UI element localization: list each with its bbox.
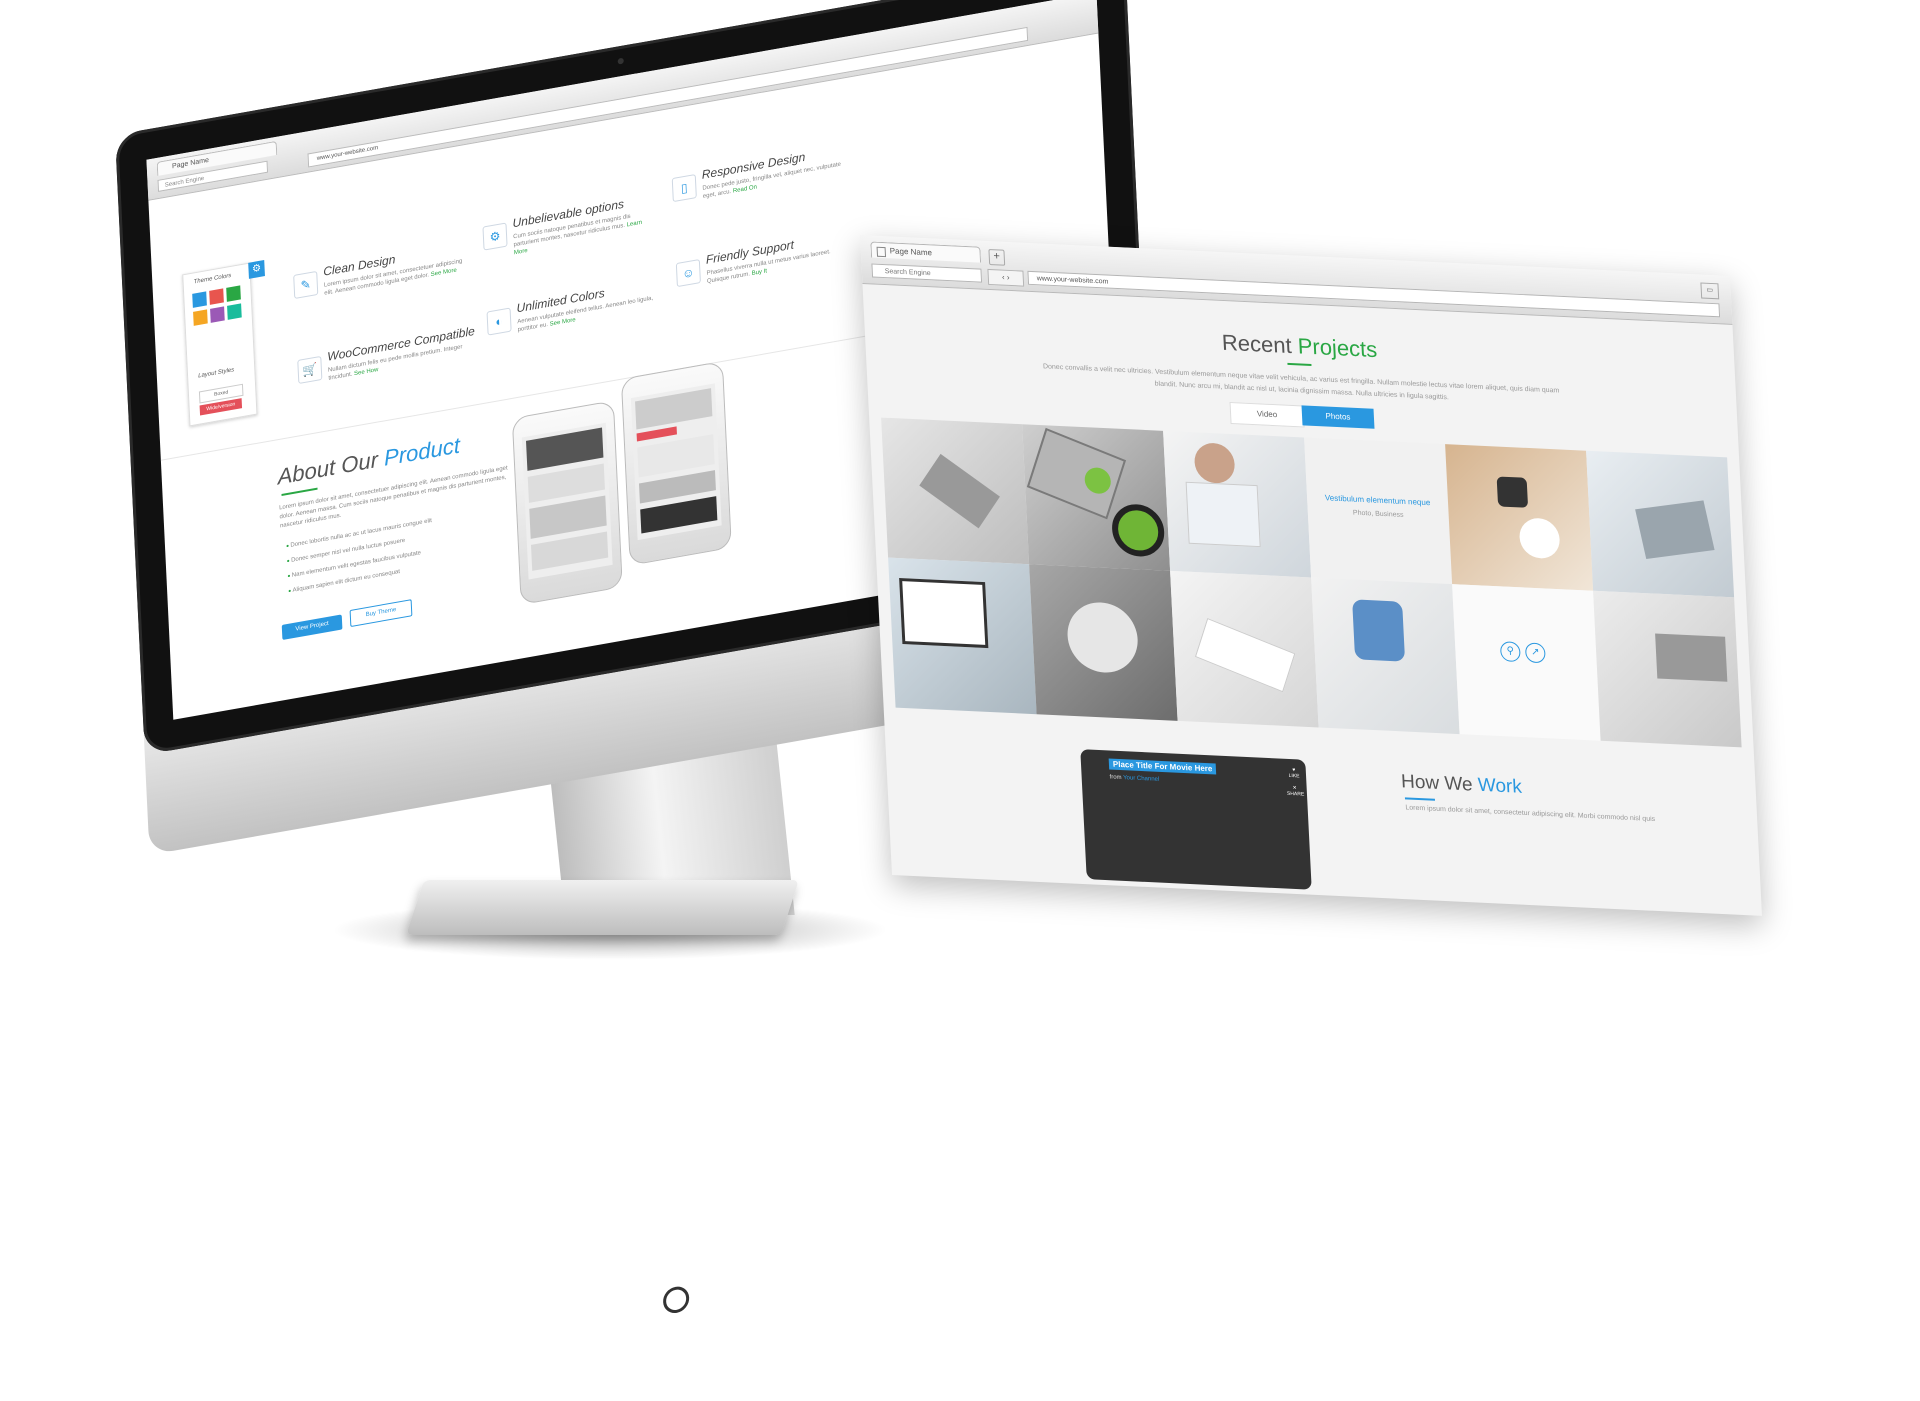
palette-icon: ◐ (486, 307, 512, 336)
pencil-icon: ✎ (293, 270, 319, 300)
phone-block (529, 495, 607, 539)
swatch-green[interactable] (226, 285, 241, 302)
phone-screen (630, 383, 722, 541)
photo-object (1194, 617, 1296, 693)
how-we-work-text: Lorem ipsum dolor sit amet, consectetur … (1405, 804, 1656, 824)
photo-object (899, 578, 989, 649)
settings-icon: ⚙ (482, 222, 508, 251)
project-photo[interactable] (1586, 450, 1735, 598)
window-controls-icon[interactable]: ▭ (1700, 282, 1720, 300)
video-channel[interactable]: Your Channel (1123, 775, 1159, 783)
photos-filter-button[interactable]: Photos (1301, 405, 1375, 429)
how-underline (1404, 797, 1435, 801)
project-photo[interactable] (881, 417, 1030, 565)
project-photo[interactable] (1029, 564, 1178, 721)
desktop-browser-chrome: Page Name Search Engine www.your-website… (146, 0, 1099, 201)
feature-link[interactable]: Read On (733, 184, 757, 194)
title-part: Recent (1221, 329, 1293, 359)
photo-object (1352, 599, 1406, 662)
project-address-bar[interactable]: www.your-website.com (1027, 270, 1721, 318)
feature-link[interactable]: See How (354, 367, 379, 377)
photo-object (919, 453, 1000, 529)
swatch-orange[interactable] (193, 309, 208, 326)
desktop-address-bar[interactable]: www.your-website.com (307, 26, 1029, 168)
project-browser-window: Page Name + ▭ Search Engine ‹ › www.your… (860, 235, 1762, 916)
phone-screen (521, 422, 613, 580)
support-icon: ☺ (675, 258, 701, 288)
swatch-purple[interactable] (210, 306, 225, 323)
photo-object (1655, 633, 1728, 682)
photo-object (1110, 503, 1166, 558)
title-underline (1287, 362, 1312, 366)
new-tab-icon[interactable]: + (988, 249, 1006, 266)
phone-hero (635, 388, 713, 430)
feature-link[interactable]: Buy It (752, 268, 768, 277)
mockup-scene: Page Name Search Engine www.your-website… (0, 0, 1920, 1316)
imac-stand-foot (406, 880, 799, 935)
mobile-icon: ▯ (671, 173, 697, 203)
swatch-teal[interactable] (227, 303, 242, 320)
project-photo[interactable] (1311, 577, 1460, 735)
project-photo[interactable] (1170, 570, 1319, 728)
view-project-button[interactable]: View Project (281, 614, 343, 641)
photo-object (1065, 600, 1140, 675)
video-player[interactable]: Place Title For Movie Here from Your Cha… (1080, 749, 1312, 890)
title-part: How We (1400, 771, 1474, 796)
theme-colors-title: Theme Colors (193, 272, 232, 286)
photo-object (1635, 500, 1715, 559)
project-photo[interactable] (1593, 590, 1742, 748)
phone-mockup-right (620, 360, 732, 566)
recent-projects-title: Recent Projects (864, 313, 1735, 380)
phone-block (637, 434, 715, 478)
title-highlight: Work (1477, 774, 1523, 798)
phone-mockup-left (511, 400, 623, 606)
project-browser-tab[interactable]: Page Name (870, 241, 982, 263)
buy-theme-button[interactable]: Buy Theme (349, 599, 413, 628)
about-title-part: About Our (277, 446, 379, 490)
project-photo[interactable] (1445, 444, 1594, 591)
hover-subtitle: Photo, Business (1352, 509, 1404, 519)
photo-object (1518, 517, 1561, 560)
theme-colors-panel: Theme Colors Layout Styles Boxed Wide/ve… (182, 262, 258, 427)
project-photo[interactable] (888, 557, 1037, 715)
photo-object (1185, 481, 1261, 548)
video-title: Place Title For Movie Here (1108, 758, 1217, 775)
video-filter-button[interactable]: Video (1229, 402, 1305, 428)
how-we-work-title: How We Work (1401, 771, 1523, 799)
cart-icon: 🛒 (297, 355, 323, 385)
project-photo[interactable] (1163, 430, 1312, 578)
photo-object (1193, 442, 1236, 485)
photo-object (1496, 476, 1529, 508)
imac-logo (662, 1284, 690, 1316)
share-label: SHARE (1286, 790, 1305, 798)
photo-object (1026, 427, 1127, 520)
project-photo[interactable] (1022, 424, 1171, 571)
title-highlight: Projects (1297, 333, 1378, 363)
video-from: from Your Channel (1109, 774, 1159, 782)
swatch-blue[interactable] (192, 291, 207, 308)
project-search-field[interactable]: Search Engine (871, 263, 983, 283)
tab-title: Page Name (889, 246, 933, 258)
nav-arrows-icon[interactable]: ‹ › (987, 268, 1025, 287)
like-label: LIKE (1288, 772, 1300, 780)
video-from-label: from (1109, 774, 1122, 782)
about-title-highlight: Product (383, 432, 461, 471)
link-icon[interactable]: ↗ (1524, 642, 1546, 664)
phone-banner (636, 426, 677, 442)
project-photo-grid: Vestibulum elementum neque Photo, Busine… (881, 417, 1742, 748)
phone-block (530, 531, 609, 571)
phone-hero (526, 427, 604, 471)
project-photo[interactable]: ⚲ ↗ (1452, 584, 1601, 741)
layout-styles-title: Layout Styles (198, 367, 235, 380)
video-side-controls: ♥ LIKE ✕ SHARE (1286, 767, 1305, 798)
phone-block (640, 496, 718, 534)
swatch-red[interactable] (209, 288, 224, 305)
zoom-icon[interactable]: ⚲ (1499, 641, 1521, 663)
project-photo-hover[interactable]: Vestibulum elementum neque Photo, Busine… (1304, 437, 1453, 585)
hover-title: Vestibulum elementum neque (1324, 493, 1431, 508)
camera-dot (617, 57, 624, 65)
page-icon (876, 246, 887, 258)
recent-projects-text: Donec convallis a velit nec ultricies. V… (1042, 363, 1560, 402)
gear-icon[interactable]: ⚙ (248, 260, 265, 279)
